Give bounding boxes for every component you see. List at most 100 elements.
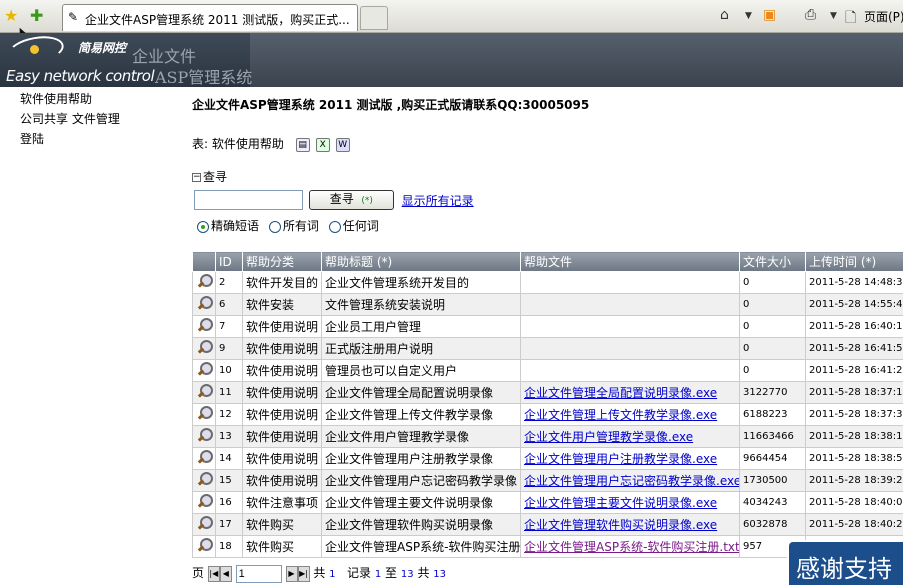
show-all-link[interactable]: 显示所有记录: [402, 194, 474, 208]
magnifier-icon[interactable]: [197, 428, 213, 442]
page-menu-icon[interactable]: 🗋: [845, 7, 856, 31]
col-header-id[interactable]: ID: [215, 251, 243, 272]
logo-cn-text: 简易网控: [78, 41, 127, 55]
radio-checked-icon[interactable]: [197, 220, 209, 233]
print-icon[interactable]: ⎙: [805, 7, 816, 23]
pager-page-label: 页: [192, 566, 205, 580]
col-header-time[interactable]: 上传时间 (*): [805, 251, 903, 272]
table-row: 14 软件使用说明 企业文件管理用户注册教学录像 企业文件管理用户注册教学录像.exe…: [192, 447, 903, 470]
find-header[interactable]: − 查寻: [192, 168, 227, 185]
view-cell[interactable]: [192, 315, 216, 338]
match-mode-radios: 精确短语 所有词 任何词: [197, 217, 385, 234]
magnifier-icon[interactable]: [197, 318, 213, 332]
file-link[interactable]: 企业文件用户管理教学录像.exe: [524, 430, 693, 444]
home-dropdown-icon[interactable]: ▼: [745, 11, 752, 21]
col-header-size[interactable]: 文件大小: [739, 251, 806, 272]
cell-category: 软件使用说明: [242, 359, 322, 382]
table-caption: 表: 软件使用帮助 ▤ X W: [192, 135, 356, 152]
page-menu[interactable]: 页面(P): [864, 8, 903, 25]
magnifier-icon[interactable]: [197, 538, 213, 552]
magnifier-icon[interactable]: [197, 296, 213, 310]
col-header-title[interactable]: 帮助标题 (*): [321, 251, 521, 272]
radio-any-word[interactable]: 任何词: [328, 219, 379, 233]
view-cell[interactable]: [192, 491, 216, 514]
help-table: ID 帮助分类 帮助标题 (*) 帮助文件 文件大小 上传时间 (*) 2 软件开…: [192, 251, 903, 558]
magnifier-icon[interactable]: [197, 516, 213, 530]
total-pages-prefix: 共: [313, 566, 326, 580]
view-cell[interactable]: [192, 513, 216, 536]
radio-exact-phrase[interactable]: 精确短语: [197, 219, 259, 233]
view-cell[interactable]: [192, 381, 216, 404]
file-link[interactable]: 企业文件管理主要文件说明录像.exe: [524, 496, 717, 510]
export-excel-icon[interactable]: X: [315, 137, 330, 152]
radio-unchecked-icon[interactable]: [328, 220, 341, 233]
file-link[interactable]: 企业文件管理用户忘记密码教学录像.exe: [524, 474, 739, 488]
add-favorite-icon[interactable]: ✚: [30, 6, 43, 25]
table-row: 10 软件使用说明 管理员也可以自定义用户 0 2011-5-28 16:41:20: [192, 359, 903, 382]
cell-size: 0: [739, 359, 806, 382]
view-cell[interactable]: [192, 359, 216, 382]
magnifier-icon[interactable]: [197, 450, 213, 464]
magnifier-icon[interactable]: [197, 472, 213, 486]
cell-time: 2011-5-28 18:37:35: [805, 403, 903, 426]
first-page-icon[interactable]: |◀: [207, 565, 220, 582]
feeds-icon[interactable]: ▣: [763, 7, 776, 23]
col-header-category[interactable]: 帮助分类: [242, 251, 322, 272]
sidebar-item-file-share[interactable]: 公司共享 文件管理: [20, 110, 120, 130]
browser-tab-active[interactable]: ✎ 企业文件ASP管理系统 2011 测试版，购买正式...: [62, 4, 358, 31]
cell-time: 2011-5-28 18:38:18: [805, 425, 903, 448]
file-link[interactable]: 企业文件管理软件购买说明录像.exe: [524, 518, 717, 532]
table-row: 11 软件使用说明 企业文件管理全局配置说明录像 企业文件管理全局配置说明录像.exe…: [192, 381, 903, 404]
view-cell[interactable]: [192, 271, 216, 294]
home-icon[interactable]: ⌂: [720, 7, 729, 23]
file-link[interactable]: 企业文件管理全局配置说明录像.exe: [524, 386, 717, 400]
view-cell[interactable]: [192, 535, 216, 558]
prev-page-icon[interactable]: ◀: [219, 565, 232, 582]
new-tab-button[interactable]: [360, 6, 388, 30]
view-cell[interactable]: [192, 337, 216, 360]
tab-title: 企业文件ASP管理系统 2011 测试版，购买正式...: [85, 13, 350, 27]
col-header-file[interactable]: 帮助文件: [520, 251, 740, 272]
search-button[interactable]: 查寻 (*): [308, 190, 394, 210]
favorites-star-icon[interactable]: ★: [4, 6, 18, 25]
cell-id: 16: [215, 491, 243, 514]
search-input[interactable]: [194, 190, 303, 210]
view-cell[interactable]: [192, 293, 216, 316]
magnifier-icon[interactable]: [197, 384, 213, 398]
file-link[interactable]: 企业文件管理上传文件教学录像.exe: [524, 408, 717, 422]
magnifier-icon[interactable]: [197, 274, 213, 288]
system-name-line2: ASP管理系统: [155, 68, 253, 87]
cell-time: 2011-5-28 18:40:26: [805, 513, 903, 536]
view-cell[interactable]: [192, 403, 216, 426]
thanks-banner[interactable]: 感谢支持: [787, 540, 903, 587]
print-dropdown-icon[interactable]: ▼: [830, 11, 837, 21]
cell-time: 2011-5-28 18:39:20: [805, 469, 903, 492]
file-link[interactable]: 企业文件管理用户注册教学录像.exe: [524, 452, 717, 466]
collapse-icon[interactable]: −: [192, 173, 201, 182]
next-page-icon[interactable]: ▶: [285, 565, 298, 582]
cell-title: 企业员工用户管理: [321, 315, 521, 338]
sidebar-item-login[interactable]: 登陆: [20, 130, 120, 150]
export-word-icon[interactable]: W: [335, 137, 350, 152]
total-records: 13: [433, 569, 447, 580]
radio-all-words[interactable]: 所有词: [268, 219, 319, 233]
file-link[interactable]: 企业文件管理ASP系统-软件购买注册.txt: [524, 540, 739, 554]
cell-category: 软件使用说明: [242, 425, 322, 448]
cell-category: 软件使用说明: [242, 447, 322, 470]
magnifier-icon[interactable]: [197, 406, 213, 420]
magnifier-icon[interactable]: [197, 362, 213, 376]
view-cell[interactable]: [192, 469, 216, 492]
cell-category: 软件安装: [242, 293, 322, 316]
view-cell[interactable]: [192, 447, 216, 470]
view-cell[interactable]: [192, 425, 216, 448]
total-pages: 1: [329, 569, 336, 580]
magnifier-icon[interactable]: [197, 340, 213, 354]
sidebar-item-help[interactable]: 软件使用帮助: [20, 90, 120, 110]
col-header-view: [192, 251, 216, 272]
last-page-icon[interactable]: ▶|: [297, 565, 310, 582]
print-table-icon[interactable]: ▤: [295, 137, 310, 152]
page-number-input[interactable]: [235, 564, 282, 583]
magnifier-icon[interactable]: [197, 494, 213, 508]
radio-unchecked-icon[interactable]: [268, 220, 281, 233]
cell-title: 企业文件管理用户忘记密码教学录像: [321, 469, 521, 492]
